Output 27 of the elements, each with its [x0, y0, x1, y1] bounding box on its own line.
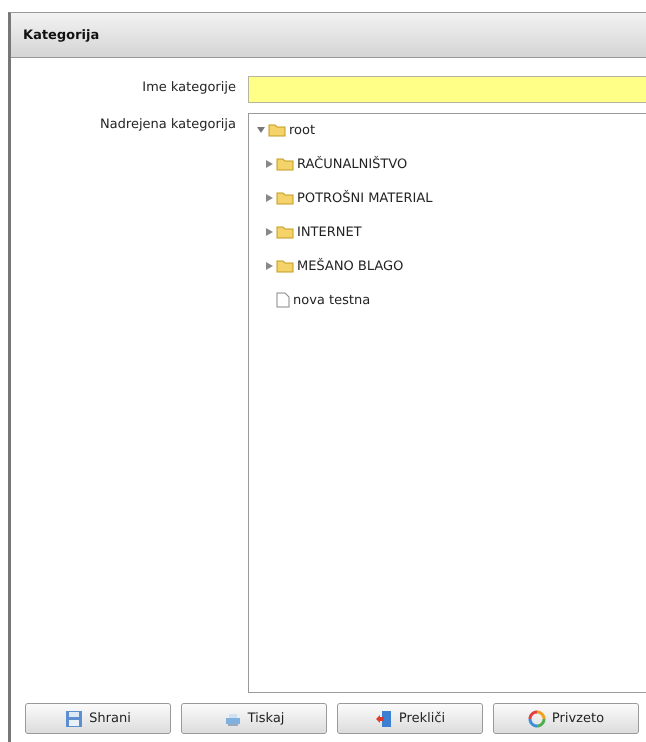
toolbar-button[interactable]: Tiskaj — [181, 703, 327, 734]
document-icon — [276, 292, 290, 308]
expand-arrow-icon[interactable] — [265, 160, 273, 168]
folder-icon — [276, 225, 294, 239]
tree-item[interactable]: nova testna — [293, 292, 370, 308]
collapse-arrow-icon[interactable] — [257, 126, 265, 134]
toolbar-button[interactable]: Shrani — [25, 703, 171, 734]
folder-icon — [276, 157, 294, 171]
exit-door-icon — [374, 710, 393, 728]
field-label: Nadrejena kategorija — [98, 116, 236, 132]
refresh-icon — [528, 710, 546, 728]
expand-arrow-icon[interactable] — [265, 194, 273, 202]
window-title: Kategorija — [23, 28, 100, 42]
folder-icon — [276, 191, 294, 205]
folder-icon — [276, 259, 294, 273]
tree-item[interactable]: POTROŠNI MATERIAL — [297, 190, 432, 206]
tree-item[interactable]: RAČUNALNIŠTVO — [297, 156, 408, 172]
field-label: Ime kategorije — [141, 79, 236, 95]
expand-arrow-icon[interactable] — [265, 228, 273, 236]
toolbar-button[interactable]: Prekliči — [337, 703, 483, 734]
input-field[interactable] — [248, 76, 646, 103]
folder-icon — [268, 123, 286, 137]
tree-item[interactable]: INTERNET — [297, 224, 362, 240]
tree-item[interactable]: root — [289, 122, 316, 138]
toolbar-button[interactable]: Privzeto — [493, 703, 639, 734]
tree-item[interactable]: MEŠANO BLAGO — [297, 258, 404, 274]
expand-arrow-icon[interactable] — [265, 262, 273, 270]
